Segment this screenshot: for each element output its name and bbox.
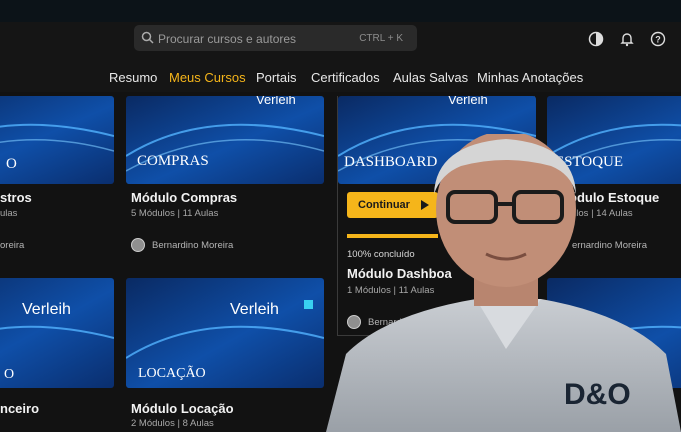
course-title[interactable]: stros (0, 190, 32, 205)
nav-certificados[interactable]: Certificados (311, 70, 380, 85)
nav-aulas-salvas[interactable]: Aulas Salvas (393, 70, 468, 85)
svg-text:Verleih: Verleih (256, 96, 296, 107)
course-title[interactable]: Módulo Compras (131, 190, 237, 205)
svg-text:Verleih: Verleih (22, 301, 71, 318)
bell-icon[interactable] (619, 31, 635, 47)
search-placeholder: Procurar cursos e autores (158, 32, 297, 46)
course-card[interactable]: Verleih COMPRAS (126, 96, 324, 256)
nav-resumo[interactable]: Resumo (109, 70, 157, 85)
course-title[interactable]: Módulo Locação (131, 401, 234, 416)
nav-minhas-anotacoes[interactable]: Minhas Anotações (477, 70, 583, 85)
course-thumbnail: Verleih COMPRAS (126, 96, 324, 184)
svg-text:?: ? (655, 35, 661, 45)
course-meta: 2 Módulos | 8 Aulas (131, 418, 214, 429)
course-meta: ulas (0, 208, 18, 219)
course-meta: 5 Módulos | 11 Aulas (131, 208, 219, 219)
course-card[interactable]: O (0, 96, 114, 256)
window-top-bar (0, 0, 681, 22)
svg-text:D&O: D&O (564, 378, 631, 411)
search-shortcut: CTRL + K (359, 33, 403, 44)
help-icon[interactable]: ? (650, 31, 666, 47)
avatar (131, 238, 145, 252)
course-author: Bernardino Moreira (152, 240, 234, 251)
search-input[interactable]: Procurar cursos e autores CTRL + K (134, 25, 417, 51)
course-title[interactable]: nceiro (0, 401, 39, 416)
svg-text:COMPRAS: COMPRAS (137, 153, 209, 169)
course-thumbnail: Verleih LOCAÇÃO (126, 278, 324, 388)
webcam-presenter: D&O (326, 134, 681, 432)
svg-text:O: O (4, 367, 14, 382)
course-thumbnail: O (0, 96, 114, 184)
contrast-icon[interactable] (588, 31, 604, 47)
nav-portais[interactable]: Portais (256, 70, 296, 85)
nav-meus-cursos[interactable]: Meus Cursos (169, 70, 246, 85)
svg-text:O: O (6, 156, 17, 172)
course-thumbnail: Verleih O (0, 278, 114, 388)
search-icon (141, 31, 154, 44)
svg-text:Verleih: Verleih (230, 301, 279, 318)
course-author: oreira (0, 240, 25, 251)
svg-text:LOCAÇÃO: LOCAÇÃO (138, 365, 206, 381)
svg-text:Verleih: Verleih (448, 96, 488, 107)
